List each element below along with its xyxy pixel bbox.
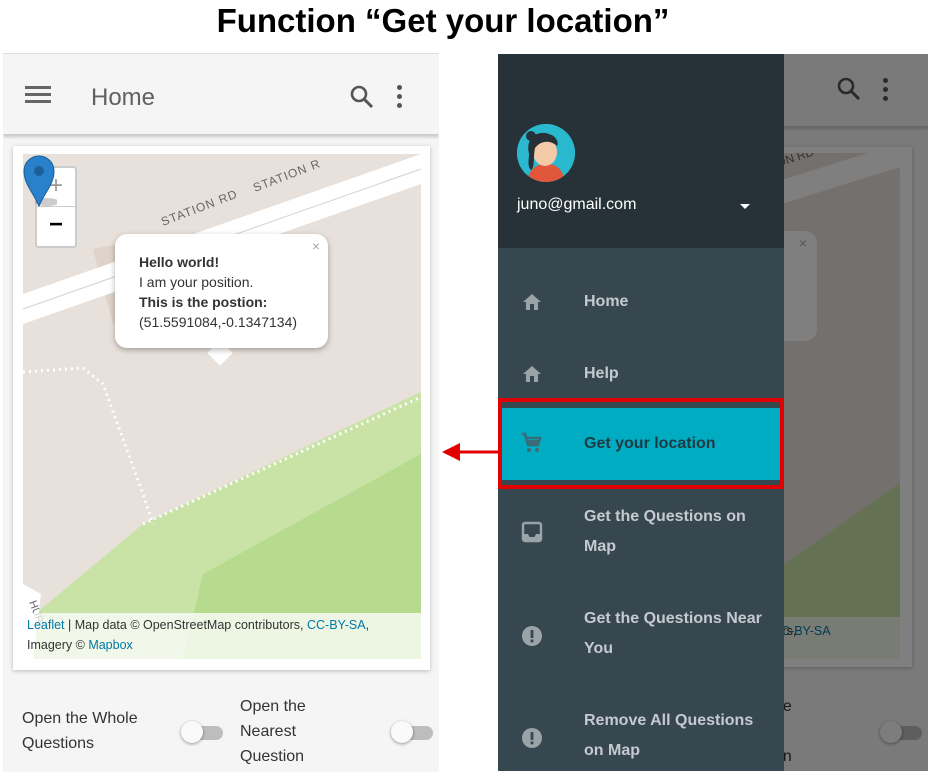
drawer-header: juno@gmail.com: [498, 54, 784, 248]
zoom-out-button[interactable]: −: [37, 207, 75, 245]
map-attribution: Leaflet | Map data © OpenStreetMap contr…: [23, 613, 421, 659]
map-marker-icon[interactable]: [23, 154, 57, 208]
drawer-item-questions-on-map[interactable]: Get the Questions on Map: [498, 500, 784, 596]
open-whole-questions-label: Open the Whole Questions: [22, 710, 138, 752]
map[interactable]: STATION RD STATION R HUR + − × Hello wor…: [23, 154, 421, 659]
open-nearest-question-switch[interactable]: [391, 721, 433, 743]
left-phone-screen: Home STATION RD STATION R HUR: [3, 53, 439, 772]
highlight-box: [498, 398, 784, 489]
popup-position-heading: This is the postion:: [139, 294, 268, 310]
menu-icon[interactable]: [25, 86, 51, 110]
popup-greeting: Hello world!: [139, 254, 220, 270]
drawer-item-remove-all-questions[interactable]: Remove All Questions on Map: [498, 704, 784, 771]
popup-coordinates: (51.5591084,-0.1347134): [139, 314, 298, 330]
app-bar: Home: [3, 62, 439, 134]
license-link[interactable]: CC-BY-SA: [307, 618, 366, 632]
leaflet-link[interactable]: Leaflet: [27, 618, 65, 632]
popup-close-icon[interactable]: ×: [312, 238, 320, 254]
page-title: Function “Get your location”: [216, 2, 670, 39]
account-email: juno@gmail.com: [517, 196, 637, 213]
home-icon: [523, 366, 541, 382]
search-icon[interactable]: [349, 84, 375, 110]
account-dropdown-icon[interactable]: [740, 204, 750, 209]
location-popup: × Hello world! I am your position. This …: [115, 234, 328, 348]
open-nearest-question-label: Open the Nearest Question: [240, 698, 306, 765]
alert-icon: [522, 626, 542, 646]
toggle-row: Open the Whole Questions Open the Neares…: [3, 694, 439, 772]
mapbox-link[interactable]: Mapbox: [88, 638, 132, 652]
avatar[interactable]: [517, 124, 575, 182]
drawer-item-home[interactable]: Home: [498, 266, 784, 338]
map-tiles: STATION RD STATION R HUR: [23, 154, 421, 659]
red-arrow-icon: [442, 443, 500, 461]
popup-position-text: I am your position.: [139, 274, 254, 290]
drawer-item-questions-near-you[interactable]: Get the Questions Near You: [498, 602, 784, 698]
inbox-icon: [521, 521, 543, 543]
alert-icon: [522, 728, 542, 748]
map-card: STATION RD STATION R HUR + − × Hello wor…: [13, 146, 430, 670]
more-vert-icon[interactable]: [397, 85, 405, 113]
home-icon: [523, 294, 541, 310]
app-bar-title: Home: [91, 84, 156, 111]
open-whole-questions-switch[interactable]: [181, 721, 223, 743]
